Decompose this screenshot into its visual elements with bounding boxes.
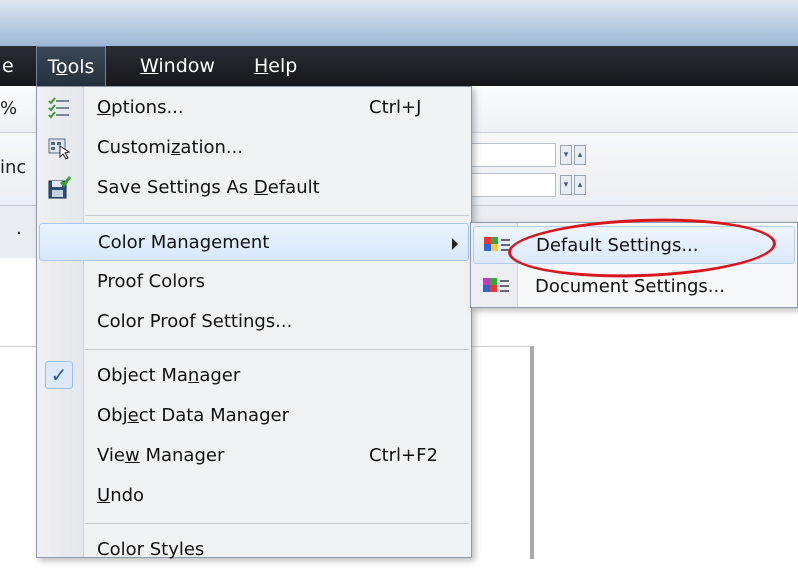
menu-item-save-settings-as-default[interactable]: Save Settings As Default [37, 169, 471, 207]
height-spinner[interactable]: ▾ ▴ [560, 175, 586, 197]
menu-item-color-styles[interactable]: Color Styles [37, 531, 471, 569]
menu-item-color-proof-settings[interactable]: Color Proof Settings... [37, 303, 471, 341]
field-fragment: inc [0, 157, 27, 178]
shortcut-label: Ctrl+F2 [369, 445, 438, 466]
menu-item-object-manager[interactable]: ✓ Object Manager [37, 357, 471, 395]
width-field[interactable] [470, 143, 556, 167]
height-field[interactable] [470, 173, 556, 197]
menu-separator [85, 215, 469, 216]
menu-tools[interactable]: Tools [36, 46, 106, 86]
checkmark-icon: ✓ [45, 361, 73, 389]
zoom-fragment: % [0, 98, 18, 119]
menu-item-customization[interactable]: Customization... [37, 129, 471, 167]
color-management-submenu: Default Settings... Document Settings... [470, 222, 798, 308]
tools-menu: Options... Ctrl+J Customization... Save … [36, 86, 472, 560]
submenu-item-default-settings[interactable]: Default Settings... [473, 226, 795, 264]
menu-item-proof-colors[interactable]: Proof Colors [37, 263, 471, 301]
menu-help[interactable]: Help [246, 46, 305, 86]
save-floppy-icon [48, 176, 71, 199]
spin-up-icon[interactable]: ▴ [574, 145, 586, 165]
spin-down-icon[interactable]: ▾ [560, 145, 572, 165]
ruler-dot-fragment: . [16, 218, 22, 239]
menu-bar: e Tools Window Help [0, 46, 798, 86]
menu-separator [85, 349, 469, 350]
submenu-arrow-icon [452, 238, 458, 250]
document-color-settings-icon [483, 278, 509, 292]
menu-item-object-data-manager[interactable]: Object Data Manager [37, 397, 471, 435]
width-spinner[interactable]: ▾ ▴ [560, 145, 586, 167]
menu-item-view-manager[interactable]: View Manager Ctrl+F2 [37, 437, 471, 475]
submenu-item-document-settings[interactable]: Document Settings... [473, 268, 795, 306]
customization-icon [48, 138, 71, 160]
spin-up-icon[interactable]: ▴ [574, 175, 586, 195]
options-checklist-icon [48, 97, 69, 119]
color-settings-icon [484, 237, 510, 251]
menu-item-color-management[interactable]: Color Management [39, 223, 469, 261]
menu-window[interactable]: Window [132, 46, 223, 86]
window-title-bar [0, 0, 798, 46]
spin-down-icon[interactable]: ▾ [560, 175, 572, 195]
menu-separator [85, 523, 469, 524]
menu-file-fragment[interactable]: e [0, 46, 14, 86]
menu-item-undo[interactable]: Undo [37, 477, 471, 515]
shortcut-label: Ctrl+J [369, 97, 422, 118]
menu-item-options[interactable]: Options... Ctrl+J [37, 89, 471, 127]
